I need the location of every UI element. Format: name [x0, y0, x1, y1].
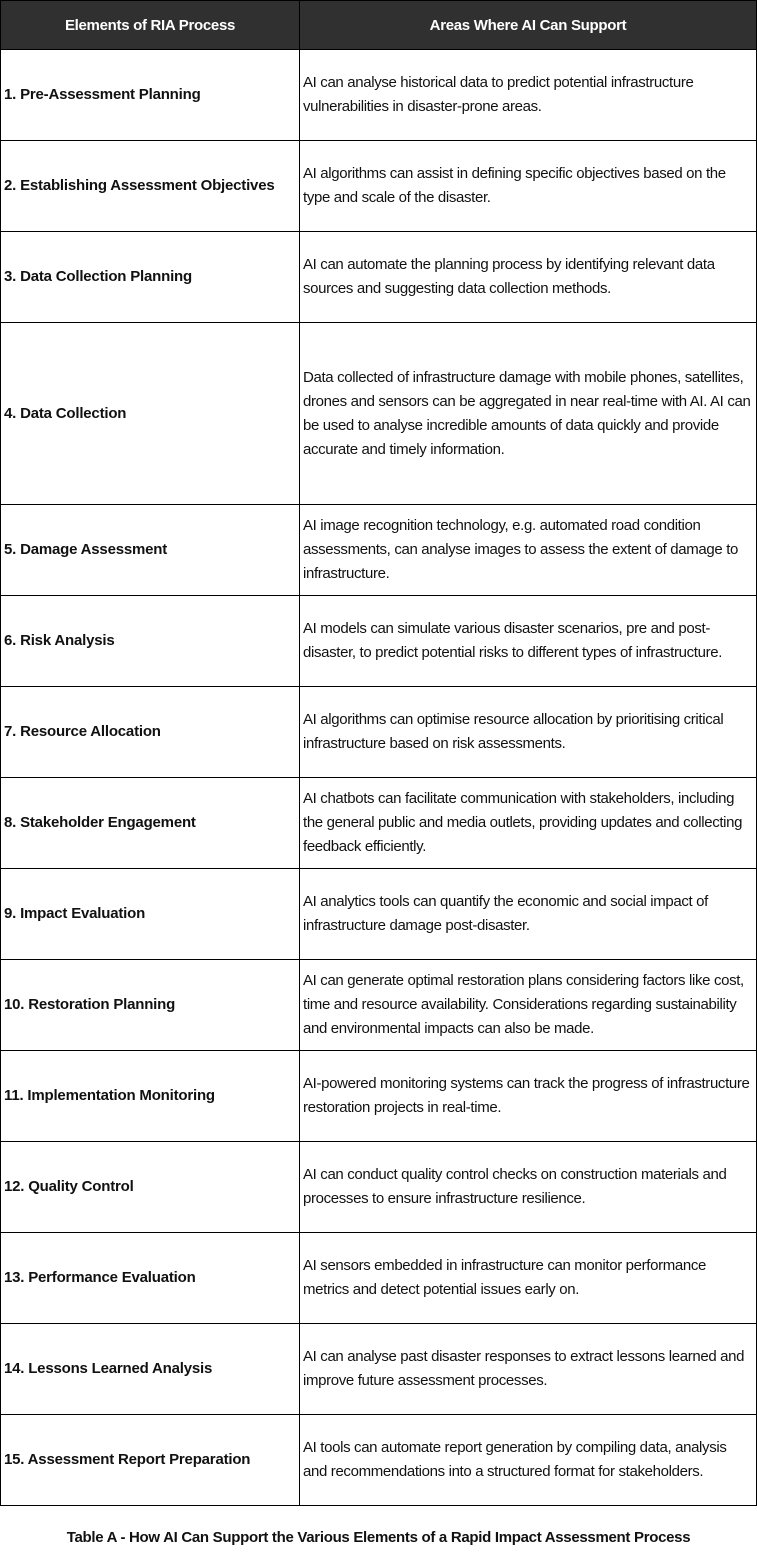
support-cell: AI algorithms can optimise resource allo…: [299, 686, 757, 778]
element-cell: 11. Implementation Monitoring: [0, 1050, 300, 1142]
table-row: 1. Pre-Assessment Planning AI can analys…: [0, 49, 757, 141]
table-row: 12. Quality Control AI can conduct quali…: [0, 1141, 757, 1233]
table-row: 3. Data Collection Planning AI can autom…: [0, 231, 757, 323]
table-row: 2. Establishing Assessment Objectives AI…: [0, 140, 757, 232]
table-row: 9. Impact Evaluation AI analytics tools …: [0, 868, 757, 960]
support-cell: AI-powered monitoring systems can track …: [299, 1050, 757, 1142]
table-row: 8. Stakeholder Engagement AI chatbots ca…: [0, 777, 757, 869]
support-cell: AI can analyse past disaster responses t…: [299, 1323, 757, 1415]
table-caption: Table A - How AI Can Support the Various…: [66, 1529, 691, 1546]
column-header-elements: Elements of RIA Process: [0, 0, 300, 50]
support-cell: AI sensors embedded in infrastructure ca…: [299, 1232, 757, 1324]
support-cell: AI can analyse historical data to predic…: [299, 49, 757, 141]
element-cell: 9. Impact Evaluation: [0, 868, 300, 960]
support-cell: AI analytics tools can quantify the econ…: [299, 868, 757, 960]
element-cell: 7. Resource Allocation: [0, 686, 300, 778]
table-row: 10. Restoration Planning AI can generate…: [0, 959, 757, 1051]
element-cell: 13. Performance Evaluation: [0, 1232, 300, 1324]
element-cell: 12. Quality Control: [0, 1141, 300, 1233]
table-row: 4. Data Collection Data collected of inf…: [0, 322, 757, 505]
table-row: 7. Resource Allocation AI algorithms can…: [0, 686, 757, 778]
element-cell: 10. Restoration Planning: [0, 959, 300, 1051]
table-row: 15. Assessment Report Preparation AI too…: [0, 1414, 757, 1506]
table-row: 11. Implementation Monitoring AI-powered…: [0, 1050, 757, 1142]
ria-ai-support-table: Elements of RIA Process Areas Where AI C…: [0, 0, 757, 1506]
support-cell: AI can conduct quality control checks on…: [299, 1141, 757, 1233]
support-cell: AI algorithms can assist in defining spe…: [299, 140, 757, 232]
table-row: 13. Performance Evaluation AI sensors em…: [0, 1232, 757, 1324]
support-cell: AI image recognition technology, e.g. au…: [299, 504, 757, 596]
column-header-ai-support: Areas Where AI Can Support: [299, 0, 757, 50]
element-cell: 6. Risk Analysis: [0, 595, 300, 687]
element-cell: 14. Lessons Learned Analysis: [0, 1323, 300, 1415]
table-header-row: Elements of RIA Process Areas Where AI C…: [0, 0, 757, 50]
support-cell: AI chatbots can facilitate communication…: [299, 777, 757, 869]
element-cell: 4. Data Collection: [0, 322, 300, 505]
element-cell: 1. Pre-Assessment Planning: [0, 49, 300, 141]
element-cell: 5. Damage Assessment: [0, 504, 300, 596]
element-cell: 15. Assessment Report Preparation: [0, 1414, 300, 1506]
element-cell: 8. Stakeholder Engagement: [0, 777, 300, 869]
support-cell: AI can generate optimal restoration plan…: [299, 959, 757, 1051]
table-row: 6. Risk Analysis AI models can simulate …: [0, 595, 757, 687]
table-row: 5. Damage Assessment AI image recognitio…: [0, 504, 757, 596]
element-cell: 3. Data Collection Planning: [0, 231, 300, 323]
support-cell: Data collected of infrastructure damage …: [299, 322, 757, 505]
support-cell: AI can automate the planning process by …: [299, 231, 757, 323]
table-row: 14. Lessons Learned Analysis AI can anal…: [0, 1323, 757, 1415]
support-cell: AI models can simulate various disaster …: [299, 595, 757, 687]
support-cell: AI tools can automate report generation …: [299, 1414, 757, 1506]
element-cell: 2. Establishing Assessment Objectives: [0, 140, 300, 232]
